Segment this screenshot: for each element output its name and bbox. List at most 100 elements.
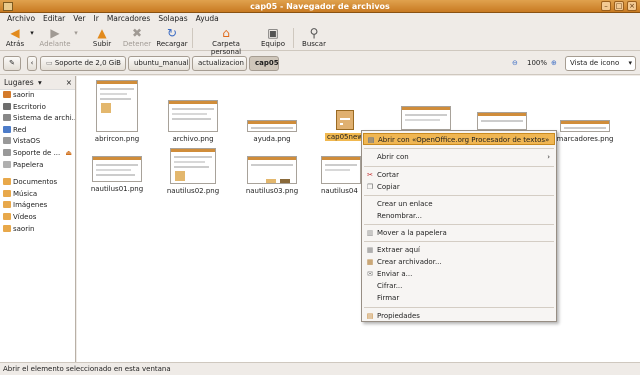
folder-icon (3, 189, 11, 197)
sidebar-item-videos[interactable]: Vídeos (0, 212, 75, 224)
menu-editar[interactable]: Editar (39, 13, 69, 25)
menu-item-label: Extraer aquí (377, 246, 421, 254)
sidebar-item-escritorio[interactable]: Escritorio (0, 102, 75, 114)
archive-icon: ▦ (366, 258, 374, 266)
menu-item-cut[interactable]: ✂ Cortar (363, 169, 555, 181)
path-button-cap05[interactable]: cap05 (249, 56, 279, 71)
sidebar-item-imagenes[interactable]: Imágenes (0, 200, 75, 212)
forward-history-button[interactable]: ▾ (72, 26, 80, 40)
edit-location-button[interactable]: ✎ (3, 56, 21, 71)
search-button[interactable]: ⚲ Buscar (301, 26, 327, 48)
sidebar-item-label: Imágenes (13, 201, 48, 210)
sidebar-item-sistema[interactable]: Sistema de archi... (0, 113, 75, 125)
file-thumbnail (168, 100, 218, 132)
file-thumbnail (170, 148, 216, 184)
file-item[interactable]: nautilus02.png (163, 148, 223, 195)
file-thumbnail (96, 80, 138, 132)
stop-button[interactable]: ✖ Detener (122, 26, 152, 48)
menu-item-extract-here[interactable]: ▦ Extraer aquí (363, 244, 555, 256)
title-bar: cap05 - Navegador de archivos – □ × (0, 0, 640, 13)
sidebar-item-documentos[interactable]: Documentos (0, 177, 75, 189)
menu-item-create-link[interactable]: Crear un enlace (363, 198, 555, 210)
status-text: Abrir el elemento seleccionado en esta v… (3, 365, 171, 373)
menu-separator (364, 195, 554, 196)
path-scroll-left-button[interactable]: ‹ (27, 56, 37, 71)
menu-separator (364, 241, 554, 242)
path-button-drive[interactable]: ▭ Soporte de 2,0 GiB (40, 56, 126, 71)
sidebar-item-vistaos[interactable]: VistaOS (0, 136, 75, 148)
file-thumbnail (321, 156, 361, 184)
sidebar-item-label: Sistema de archi... (13, 114, 75, 123)
up-button[interactable]: ▲ Subir (90, 26, 114, 48)
file-name: nautilus04 (321, 187, 358, 195)
forward-button[interactable]: ▶ Adelante (38, 26, 72, 48)
file-item[interactable]: nautilus03.png (243, 156, 301, 195)
zoom-in-button[interactable]: ⊕ (551, 56, 557, 71)
sidebar-item-home[interactable]: saorin (0, 90, 75, 102)
reload-button[interactable]: ↻ Recargar (156, 26, 188, 48)
path-button-ubuntu-manual[interactable]: ubuntu_manual (128, 56, 190, 71)
menu-item-open-with[interactable]: Abrir con › (363, 151, 555, 163)
menu-item-label: Propiedades (377, 312, 420, 320)
file-item[interactable]: abrircon.png (91, 80, 143, 143)
minimize-button[interactable]: – (601, 1, 611, 11)
menu-item-copy[interactable]: ❐ Copiar (363, 181, 555, 193)
eject-icon[interactable]: ⏏ (65, 148, 72, 160)
close-button[interactable]: × (627, 1, 637, 11)
file-item[interactable]: ayuda.png (243, 120, 301, 143)
sidebar-item-soporte[interactable]: Soporte de ... ⏏ (0, 148, 75, 160)
sidebar-header[interactable]: Lugares ▾ × (0, 76, 75, 90)
menu-item-rename[interactable]: Renombrar... (363, 210, 555, 222)
file-item-selected[interactable]: cap05new (325, 110, 365, 141)
sidebar-item-red[interactable]: Red (0, 125, 75, 137)
stop-label: Detener (122, 40, 152, 48)
sidebar-item-label: Papelera (13, 160, 44, 169)
desktop-icon (3, 102, 11, 110)
menu-item-open-with-openoffice[interactable]: ▤ Abrir con «OpenOffice.org Procesador de… (363, 133, 555, 145)
menu-item-send-to[interactable]: ✉ Enviar a... (363, 268, 555, 280)
close-icon[interactable]: × (66, 76, 72, 90)
menu-ayuda[interactable]: Ayuda (192, 13, 223, 25)
location-bar: ✎ ‹ ▭ Soporte de 2,0 GiB ubuntu_manual a… (0, 52, 640, 75)
menu-archivo[interactable]: Archivo (3, 13, 39, 25)
back-button[interactable]: ◀ Atrás (4, 26, 26, 48)
menu-item-move-to-trash[interactable]: ▥ Mover a la papelera (363, 227, 555, 239)
menu-item-label: Enviar a... (377, 270, 413, 278)
chevron-left-icon: ‹ (30, 59, 34, 67)
chevron-right-icon: › (547, 153, 550, 161)
trash-icon (3, 160, 11, 168)
menu-item-label: Crear archivador... (377, 258, 442, 266)
sidebar-item-saorin[interactable]: saorin (0, 224, 75, 236)
chevron-down-icon: ▾ (74, 29, 78, 37)
menu-solapas[interactable]: Solapas (154, 13, 191, 25)
context-menu: ▤ Abrir con «OpenOffice.org Procesador de… (361, 130, 557, 322)
file-item[interactable] (399, 106, 453, 133)
file-item[interactable]: marcadores.png (555, 120, 615, 143)
maximize-button[interactable]: □ (614, 1, 624, 11)
menu-item-sign[interactable]: Firmar (363, 292, 555, 304)
menu-item-encrypt[interactable]: Cifrar... (363, 280, 555, 292)
path-button-actualizacion[interactable]: actualizacion (192, 56, 247, 71)
sidebar-item-papelera[interactable]: Papelera (0, 160, 75, 172)
menu-item-properties[interactable]: ▤ Propiedades (363, 310, 555, 322)
file-item[interactable]: archivo.png (163, 100, 223, 143)
sidebar-item-label: saorin (13, 91, 35, 99)
computer-button[interactable]: ▣ Equipo (259, 26, 287, 48)
file-item[interactable]: nautilus04 (321, 156, 361, 195)
menu-ver[interactable]: Ver (69, 13, 89, 25)
file-thumbnail (401, 106, 451, 130)
menu-ir[interactable]: Ir (90, 13, 103, 25)
sidebar-item-musica[interactable]: Música (0, 189, 75, 201)
zoom-out-button[interactable]: ⊖ (512, 56, 518, 71)
menu-item-create-archive[interactable]: ▦ Crear archivador... (363, 256, 555, 268)
file-name: nautilus02.png (166, 187, 220, 195)
zoom-level[interactable]: 100% (527, 56, 547, 71)
search-icon: ⚲ (309, 26, 319, 40)
view-mode-select[interactable]: Vista de icono ▾ (565, 56, 636, 71)
up-label: Subir (92, 40, 112, 48)
file-item[interactable]: nautilus01.png (87, 156, 147, 193)
back-history-button[interactable]: ▾ (28, 26, 36, 40)
menu-marcadores[interactable]: Marcadores (103, 13, 155, 25)
toolbar-separator (293, 28, 294, 48)
status-bar: Abrir el elemento seleccionado en esta v… (0, 362, 640, 375)
